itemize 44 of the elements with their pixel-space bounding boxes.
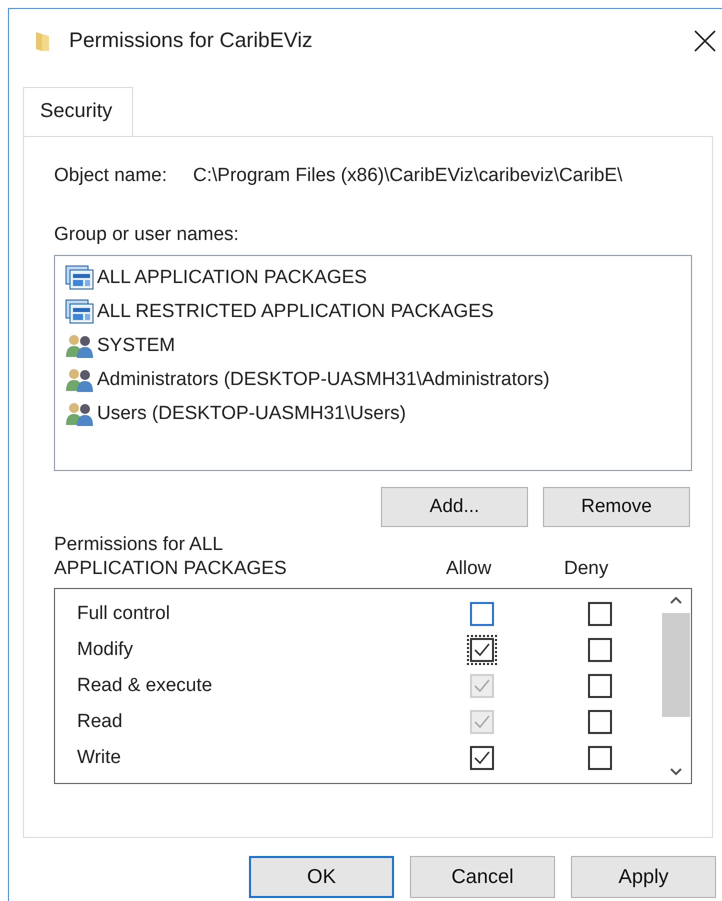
package-icon (65, 299, 95, 325)
user-list-item[interactable]: ALL APPLICATION PACKAGES (65, 261, 691, 295)
tab[interactable]: Security (23, 87, 133, 136)
permission-name: Modify (77, 638, 134, 662)
checkmark-icon (473, 641, 491, 659)
folder-icon (35, 30, 51, 52)
package-icon (65, 265, 95, 291)
field-label: Object name: (54, 164, 167, 188)
section-label: Group or user names: (54, 222, 240, 246)
dialog-button[interactable]: Apply (571, 856, 716, 898)
scroll-thumb[interactable] (662, 613, 690, 717)
permissions-label: APPLICATION PACKAGES (54, 557, 288, 581)
scroll-up-icon[interactable] (669, 595, 683, 605)
checkbox[interactable] (588, 710, 612, 734)
object-path: C:\Program Files (x86)\CaribEViz\caribeviz\CaribE\ (193, 164, 622, 188)
users-icon (65, 367, 95, 393)
permission-name: Read & execute (77, 674, 214, 698)
checkmark-icon (473, 713, 491, 731)
checkbox[interactable] (588, 674, 612, 698)
list-button[interactable]: Remove (543, 487, 690, 527)
scroll-down-icon[interactable] (669, 767, 683, 777)
window-title: Permissions for CaribEViz (69, 28, 313, 54)
user-list-item[interactable]: SYSTEM (65, 329, 691, 363)
user-list-item[interactable]: Users (DESKTOP-UASMH31\Users) (65, 397, 691, 431)
list-button[interactable]: Add... (381, 487, 528, 527)
checkmark-icon (473, 749, 491, 767)
checkbox[interactable] (588, 746, 612, 770)
dialog-button[interactable]: Cancel (410, 856, 555, 898)
permissions-label: Permissions for ALL (54, 533, 224, 557)
user-list-item[interactable]: Administrators (DESKTOP-UASMH31\Administrators) (65, 363, 691, 397)
user-list-item[interactable]: ALL RESTRICTED APPLICATION PACKAGES (65, 295, 691, 329)
checkbox[interactable] (470, 746, 494, 770)
users-icon (65, 333, 95, 359)
checkmark-icon (473, 677, 491, 695)
dialog-button[interactable]: OK (249, 856, 394, 898)
checkbox[interactable] (588, 638, 612, 662)
permission-name: Write (77, 746, 122, 770)
checkbox[interactable] (588, 602, 612, 626)
permission-name: Read (77, 710, 124, 734)
column-header: Deny (564, 557, 610, 581)
users-icon (65, 401, 95, 427)
close-icon[interactable] (694, 30, 716, 52)
permission-name: Full control (77, 602, 171, 626)
column-header: Allow (446, 557, 492, 581)
